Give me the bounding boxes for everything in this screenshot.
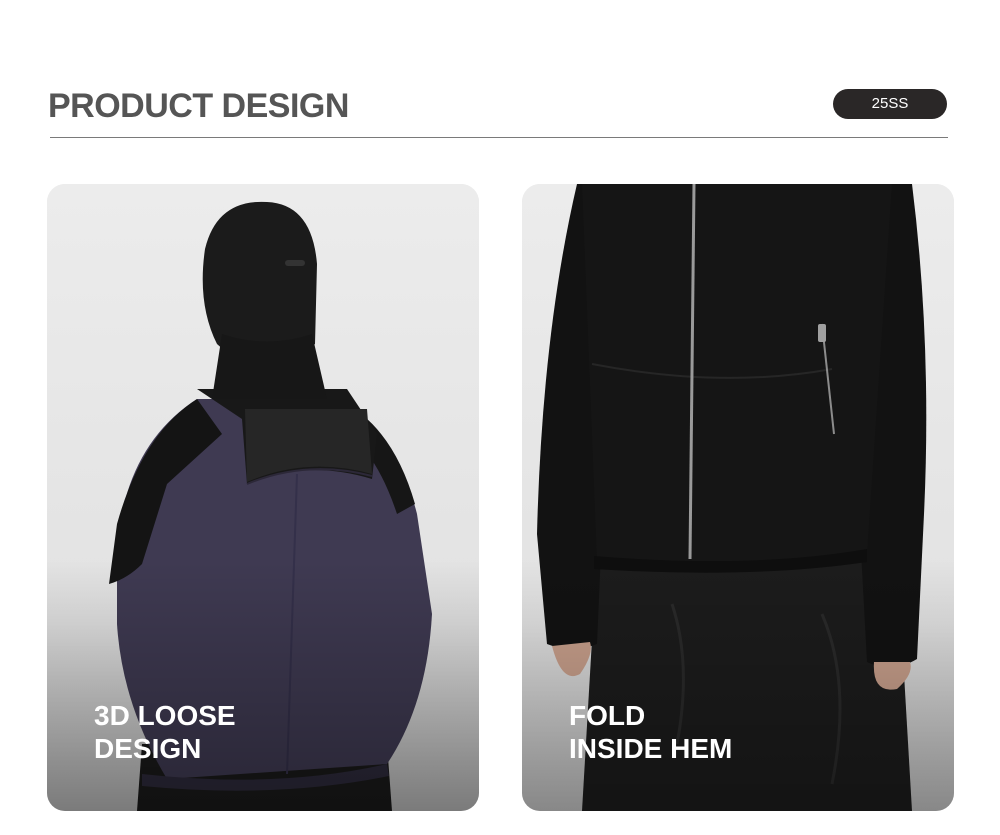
product-card-loose-design: 3D LOOSE DESIGN xyxy=(47,184,479,811)
page-title: PRODUCT DESIGN xyxy=(48,87,349,125)
header-divider xyxy=(50,137,948,138)
season-badge: 25SS xyxy=(833,89,947,119)
caption-line: FOLD xyxy=(569,700,646,731)
product-card-fold-inside-hem: FOLD INSIDE HEM xyxy=(522,184,954,811)
caption-line: INSIDE HEM xyxy=(569,733,733,764)
card-caption: FOLD INSIDE HEM xyxy=(569,699,732,765)
card-caption: 3D LOOSE DESIGN xyxy=(94,699,236,765)
caption-line: 3D LOOSE xyxy=(94,700,236,731)
caption-line: DESIGN xyxy=(94,733,202,764)
